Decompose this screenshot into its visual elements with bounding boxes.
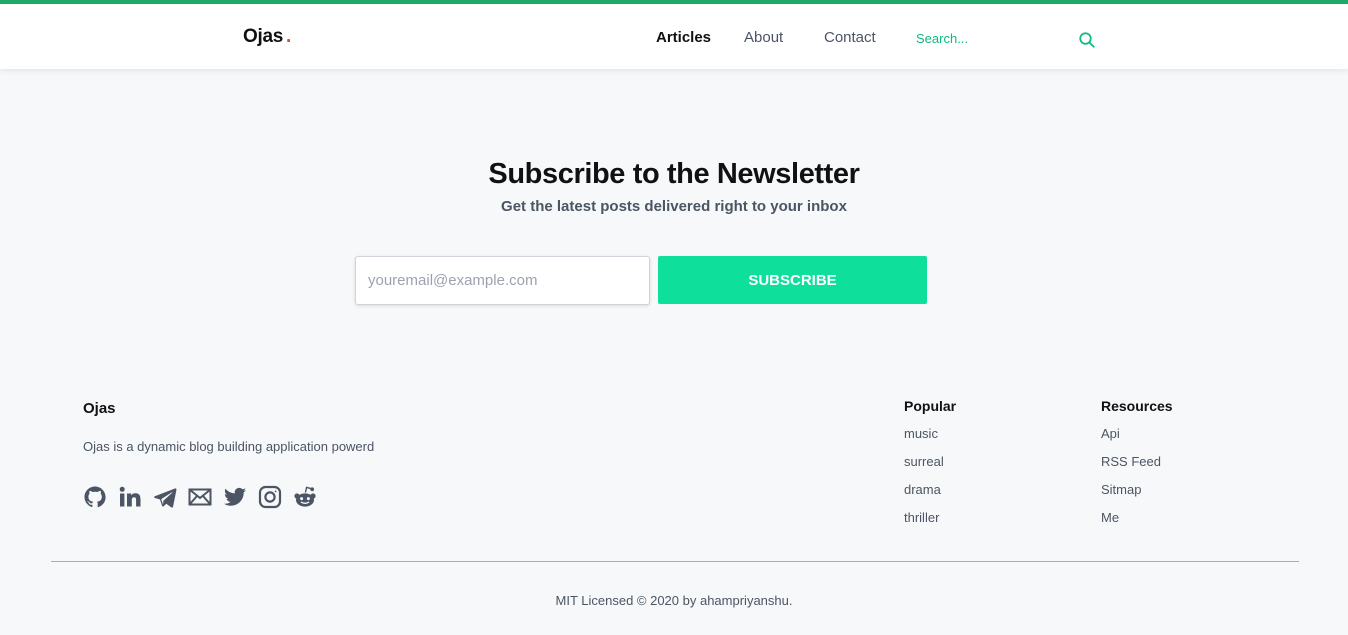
newsletter-subtitle: Get the latest posts delivered right to … xyxy=(501,198,847,215)
subscribe-button[interactable]: SUBSCRIBE xyxy=(658,256,927,304)
footer-link-surreal[interactable]: surreal xyxy=(904,454,956,482)
twitter-link[interactable] xyxy=(223,484,247,510)
top-navbar: Ojas. Articles About Contact xyxy=(0,0,1348,69)
social-links xyxy=(83,484,317,510)
footer-popular-title: Popular xyxy=(904,398,957,414)
footer-resources-title: Resources xyxy=(1101,398,1173,414)
linkedin-icon xyxy=(119,486,141,507)
telegram-link[interactable] xyxy=(153,484,177,510)
footer-link-sitemap[interactable]: Sitmap xyxy=(1101,482,1173,510)
nav-contact[interactable]: Contact xyxy=(824,29,876,46)
footer-link-music[interactable]: music xyxy=(904,426,956,454)
instagram-icon xyxy=(258,485,282,509)
nav-about[interactable]: About xyxy=(744,29,783,46)
footer-link-rss-feed[interactable]: RSS Feed xyxy=(1101,454,1173,482)
search-input[interactable] xyxy=(916,25,1066,51)
footer-brand: Ojas xyxy=(83,400,116,417)
footer-link-api[interactable]: Api xyxy=(1101,426,1173,454)
email-field[interactable] xyxy=(355,256,650,305)
telegram-icon xyxy=(154,488,177,508)
instagram-link[interactable] xyxy=(258,484,282,510)
linkedin-link[interactable] xyxy=(118,484,142,510)
footer-link-thriller[interactable]: thriller xyxy=(904,510,956,538)
search-icon xyxy=(1079,32,1095,48)
reddit-icon xyxy=(294,486,316,507)
newsletter-title: Subscribe to the Newsletter xyxy=(488,158,860,190)
search-button[interactable] xyxy=(1077,31,1097,51)
github-icon xyxy=(84,486,106,508)
reddit-link[interactable] xyxy=(293,484,317,510)
brand-logo[interactable]: Ojas. xyxy=(243,26,291,48)
mail-icon xyxy=(188,488,212,506)
mail-link[interactable] xyxy=(188,484,212,510)
footer-divider xyxy=(51,561,1299,562)
footer-popular-column: Popular music surreal drama thriller xyxy=(904,398,956,538)
footer-link-drama[interactable]: drama xyxy=(904,482,956,510)
footer-description: Ojas is a dynamic blog building applicat… xyxy=(83,439,375,454)
nav-articles[interactable]: Articles xyxy=(656,29,711,46)
footer-license: MIT Licensed © 2020 by ahampriyanshu. xyxy=(555,593,793,608)
footer-link-me[interactable]: Me xyxy=(1101,510,1173,538)
brand-dot: . xyxy=(286,26,291,47)
github-link[interactable] xyxy=(83,484,107,510)
brand-name: Ojas xyxy=(243,26,283,47)
footer-resources-column: Resources Api RSS Feed Sitmap Me xyxy=(1101,398,1173,538)
twitter-icon xyxy=(224,487,246,506)
